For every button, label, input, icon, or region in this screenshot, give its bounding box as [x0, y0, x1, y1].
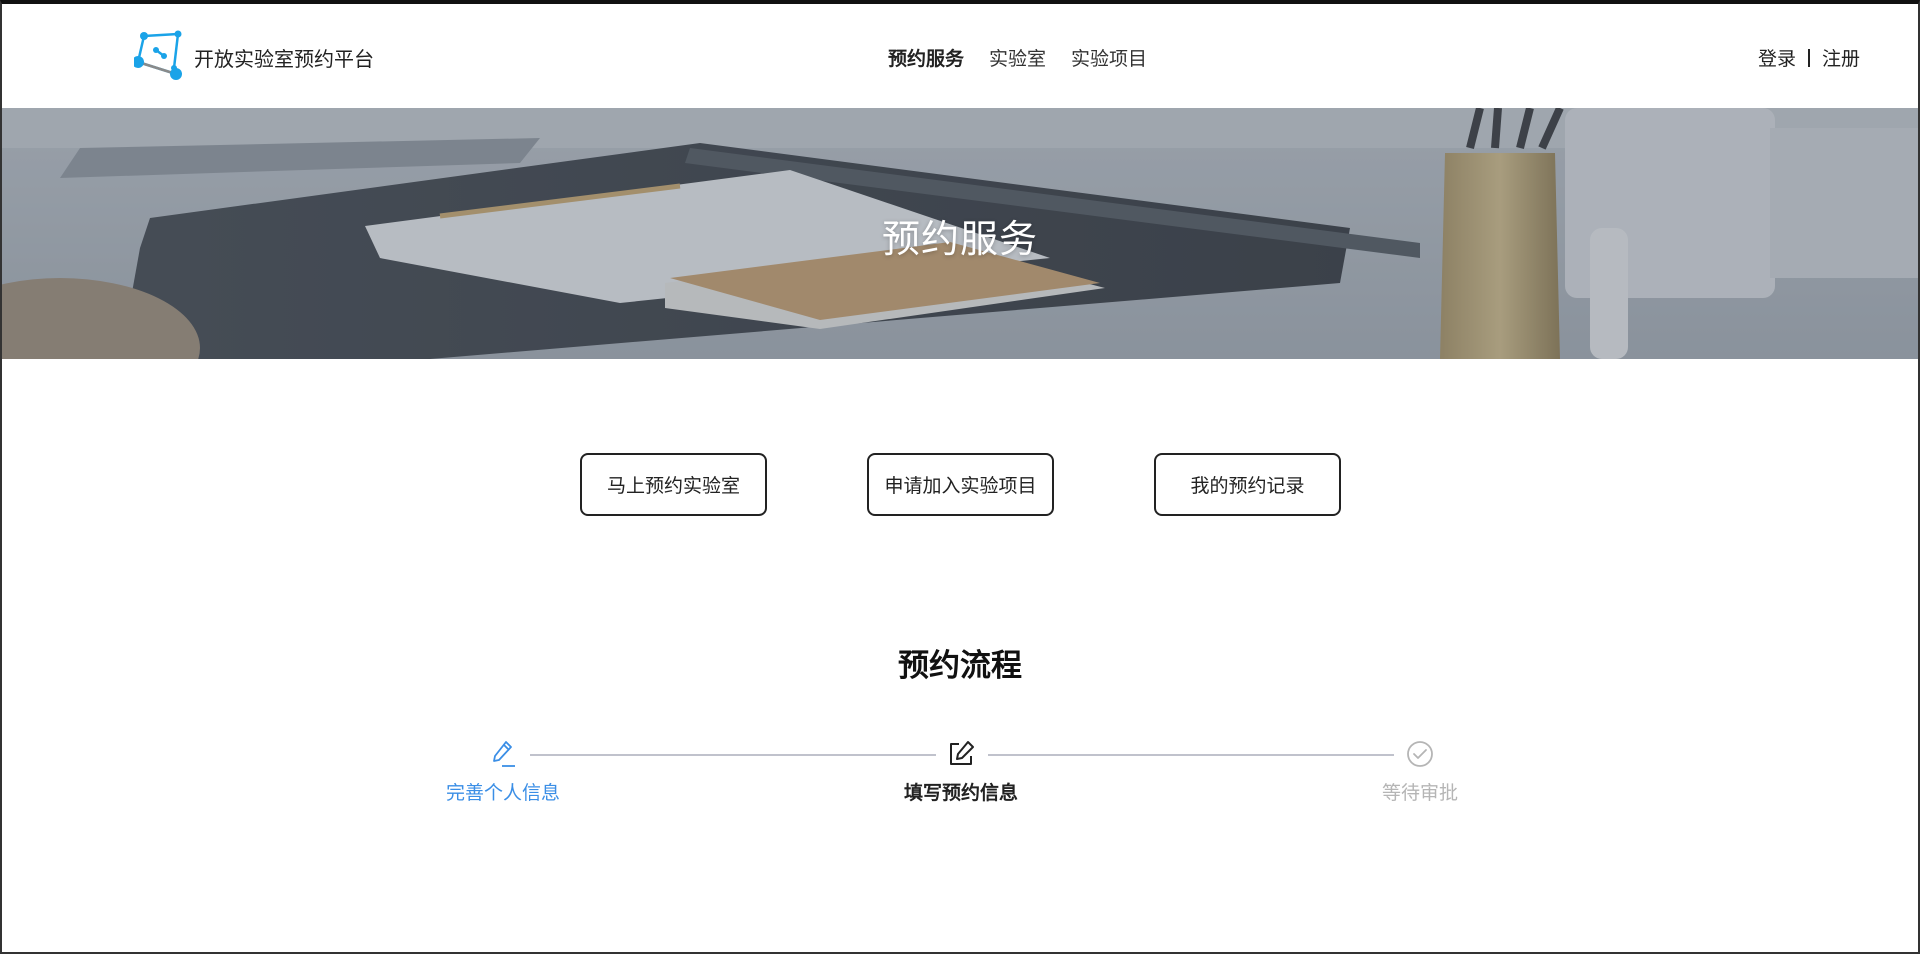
edit-icon — [881, 737, 1041, 771]
quick-actions: 马上预约实验室 申请加入实验项目 我的预约记录 — [580, 453, 1341, 516]
nav-item-laboratories[interactable]: 实验室 — [989, 44, 1046, 71]
brand-name: 开放实验室预约平台 — [194, 46, 374, 71]
check-circle-icon — [1340, 737, 1500, 771]
reserve-lab-button[interactable]: 马上预约实验室 — [580, 453, 767, 516]
auth-divider — [1807, 48, 1810, 67]
process-title: 预约流程 — [898, 648, 1022, 684]
step-label: 完善个人信息 — [445, 782, 560, 804]
register-link[interactable]: 注册 — [1822, 44, 1860, 71]
step-label: 等待审批 — [1381, 782, 1458, 804]
step-complete-profile: 完善个人信息 — [423, 737, 583, 805]
network-nodes-logo-icon — [132, 28, 190, 86]
join-project-button[interactable]: 申请加入实验项目 — [867, 453, 1054, 516]
my-reservations-button[interactable]: 我的预约记录 — [1154, 453, 1341, 516]
step-await-approval: 等待审批 — [1340, 737, 1500, 805]
pencil-icon — [423, 737, 583, 771]
main-nav: 预约服务 实验室 实验项目 — [888, 44, 1147, 71]
process-steps: 完善个人信息 填写预约信息 等待审批 — [430, 737, 1530, 807]
auth-links: 登录 注册 — [1758, 44, 1860, 71]
step-fill-reservation: 填写预约信息 — [881, 737, 1041, 805]
brand-logo-link[interactable]: 开放实验室预约平台 — [132, 28, 374, 86]
hero-banner: 预约服务 — [0, 108, 1920, 359]
step-label: 填写预约信息 — [903, 782, 1018, 804]
top-header: 开放实验室预约平台 预约服务 实验室 实验项目 登录 注册 — [0, 4, 1920, 108]
login-link[interactable]: 登录 — [1758, 44, 1796, 71]
banner-title: 预约服务 — [881, 217, 1038, 261]
step-connector — [530, 754, 936, 756]
step-connector — [988, 754, 1394, 756]
nav-item-experiment-projects[interactable]: 实验项目 — [1071, 44, 1147, 71]
nav-item-reservation-service[interactable]: 预约服务 — [888, 44, 964, 71]
